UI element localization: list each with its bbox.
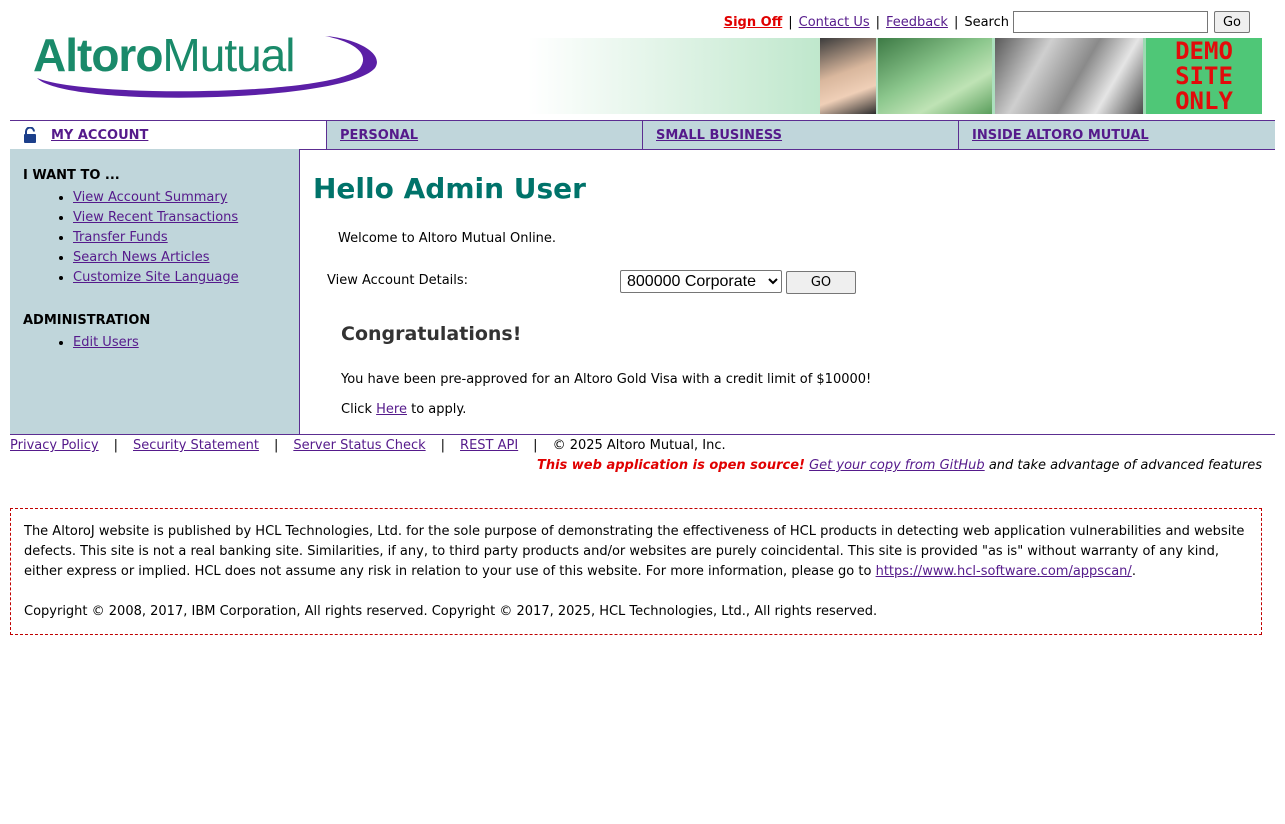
tab-my-account-link[interactable]: MY ACCOUNT <box>51 128 148 143</box>
tab-my-account[interactable]: MY ACCOUNT <box>10 121 326 149</box>
sidebar-item-transfer-funds: Transfer Funds <box>73 228 239 248</box>
view-recent-transactions-link[interactable]: View Recent Transactions <box>73 210 238 225</box>
open-source-tail: and take advantage of advanced features <box>988 458 1262 473</box>
apply-prefix: Click <box>341 402 372 417</box>
customize-site-language-link[interactable]: Customize Site Language <box>73 270 239 285</box>
sidebar: I WANT TO ... View Account Summary View … <box>10 149 300 434</box>
altoro-mutual-logo[interactable]: AltoroMutual <box>25 28 380 100</box>
banner-photo-office <box>995 38 1143 114</box>
github-link[interactable]: Get your copy from GitHub <box>809 458 985 473</box>
privacy-policy-link[interactable]: Privacy Policy <box>10 438 99 453</box>
lock-icon <box>23 126 37 143</box>
main-nav-tabs: MY ACCOUNT PERSONAL SMALL BUSINESS INSID… <box>10 120 1275 150</box>
disclaimer-text: The AltoroJ website is published by HCL … <box>24 524 1245 579</box>
banner-photo-woman <box>820 38 876 114</box>
tab-inside-altoro-mutual[interactable]: INSIDE ALTORO MUTUAL <box>958 121 1275 149</box>
apply-here-link[interactable]: Here <box>376 402 407 417</box>
disclaimer-copyright: Copyright © 2008, 2017, IBM Corporation,… <box>24 604 878 619</box>
main-content: Hello Admin User Welcome to Altoro Mutua… <box>313 150 1273 434</box>
apply-suffix: to apply. <box>411 402 467 417</box>
disclaimer-box: The AltoroJ website is published by HCL … <box>10 508 1262 635</box>
footer-links: Privacy Policy | Security Statement | Se… <box>10 438 726 453</box>
separator: | <box>113 438 118 453</box>
footer-copyright: © 2025 Altoro Mutual, Inc. <box>552 438 726 453</box>
welcome-text: Welcome to Altoro Mutual Online. <box>338 231 557 246</box>
tab-personal-link[interactable]: PERSONAL <box>340 128 418 143</box>
rest-api-link[interactable]: REST API <box>460 438 518 453</box>
sidebar-heading-administration: ADMINISTRATION <box>23 313 151 328</box>
server-status-check-link[interactable]: Server Status Check <box>293 438 425 453</box>
search-go-button[interactable]: Go <box>1214 11 1250 33</box>
hcl-appscan-link[interactable]: https://www.hcl-software.com/appscan/ <box>876 564 1132 579</box>
sidebar-item-search-news-articles: Search News Articles <box>73 248 239 268</box>
separator: | <box>273 438 279 453</box>
account-select[interactable]: 800000 Corporate <box>620 270 782 293</box>
page-title: Hello Admin User <box>313 172 586 205</box>
tab-small-business[interactable]: SMALL BUSINESS <box>642 121 958 149</box>
view-account-summary-link[interactable]: View Account Summary <box>73 190 227 205</box>
open-source-highlight: This web application is open source! <box>536 458 805 473</box>
sidebar-heading-i-want-to: I WANT TO ... <box>23 168 120 183</box>
sidebar-list-i-want-to: View Account Summary View Recent Transac… <box>23 188 239 288</box>
congratulations-heading: Congratulations! <box>341 323 522 345</box>
tab-inside-altoro-link[interactable]: INSIDE ALTORO MUTUAL <box>972 128 1149 143</box>
top-links-bar: Sign Off | Contact Us | Feedback | Searc… <box>724 11 1250 33</box>
separator: | <box>533 438 538 453</box>
search-news-articles-link[interactable]: Search News Articles <box>73 250 210 265</box>
footer-divider <box>10 434 1275 435</box>
separator: | <box>953 14 959 30</box>
view-account-details-label: View Account Details: <box>327 273 469 288</box>
tab-personal[interactable]: PERSONAL <box>326 121 642 149</box>
header-banner: DEMO SITE ONLY <box>528 38 1262 114</box>
separator: | <box>788 14 793 30</box>
sidebar-item-view-account-summary: View Account Summary <box>73 188 239 208</box>
sidebar-list-administration: Edit Users <box>23 333 139 353</box>
logo-wordmark: AltoroMutual <box>33 29 296 81</box>
demo-site-only-badge: DEMO SITE ONLY <box>1146 38 1262 114</box>
tab-small-business-link[interactable]: SMALL BUSINESS <box>656 128 782 143</box>
search-input[interactable] <box>1013 11 1208 33</box>
sign-off-link[interactable]: Sign Off <box>724 15 783 30</box>
feedback-link[interactable]: Feedback <box>886 15 948 30</box>
security-statement-link[interactable]: Security Statement <box>133 438 259 453</box>
separator: | <box>875 14 881 30</box>
sidebar-item-edit-users: Edit Users <box>73 333 139 353</box>
open-source-notice: This web application is open source! Get… <box>537 458 1262 473</box>
banner-photo-keyboard <box>878 38 992 114</box>
search-label: Search <box>964 14 1009 30</box>
preapproved-text: You have been pre-approved for an Altoro… <box>341 372 872 387</box>
separator: | <box>440 438 446 453</box>
contact-us-link[interactable]: Contact Us <box>799 15 870 30</box>
go-button[interactable]: GO <box>786 271 856 294</box>
apply-line: Click Here to apply. <box>341 402 466 417</box>
sidebar-item-customize-site-language: Customize Site Language <box>73 268 239 288</box>
edit-users-link[interactable]: Edit Users <box>73 335 139 350</box>
sidebar-item-view-recent-transactions: View Recent Transactions <box>73 208 239 228</box>
transfer-funds-link[interactable]: Transfer Funds <box>73 230 168 245</box>
